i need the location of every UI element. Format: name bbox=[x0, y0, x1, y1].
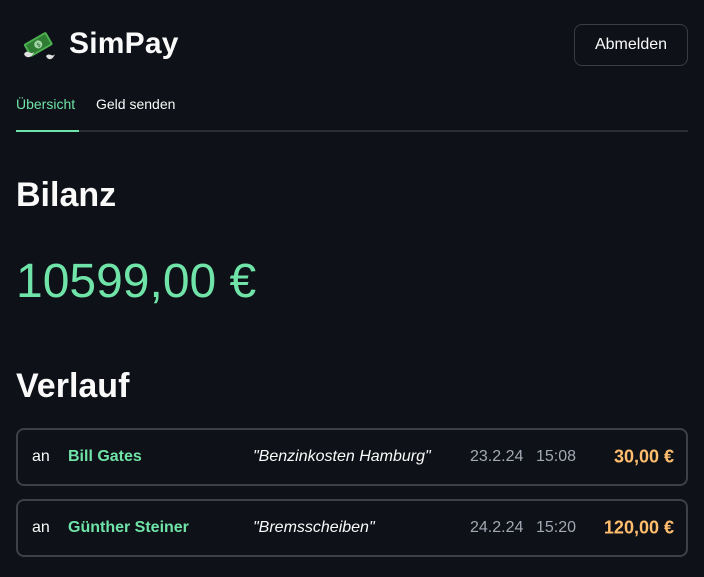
transaction-amount: 120,00 € bbox=[603, 517, 674, 538]
transaction-row: an Günther Steiner "Bremsscheiben" 24.2.… bbox=[16, 499, 688, 557]
transaction-time: 15:08 bbox=[536, 448, 577, 465]
transaction-direction: an bbox=[32, 448, 50, 465]
transaction-recipient: Bill Gates bbox=[68, 448, 142, 465]
transaction-time: 15:20 bbox=[536, 519, 577, 536]
tab-overview[interactable]: Übersicht bbox=[16, 96, 75, 112]
tab-send-money[interactable]: Geld senden bbox=[96, 96, 175, 112]
logout-button[interactable]: Abmelden bbox=[574, 24, 688, 66]
transaction-row: an Bill Gates "Benzinkosten Hamburg" 23.… bbox=[16, 428, 688, 486]
active-tab-indicator bbox=[16, 130, 79, 132]
tab-bar: Übersicht Geld senden bbox=[16, 88, 688, 132]
balance-heading: Bilanz bbox=[16, 176, 117, 214]
transaction-note: "Bremsscheiben" bbox=[253, 519, 375, 536]
app-title: SimPay bbox=[69, 27, 179, 60]
transaction-amount: 30,00 € bbox=[613, 446, 674, 467]
transaction-date: 23.2.24 bbox=[470, 448, 524, 465]
transaction-date: 24.2.24 bbox=[470, 519, 524, 536]
transaction-recipient: Günther Steiner bbox=[68, 519, 189, 536]
history-heading: Verlauf bbox=[16, 367, 130, 405]
app-header: $ SimPay Abmelden bbox=[16, 24, 688, 66]
transaction-direction: an bbox=[32, 519, 50, 536]
app-brand: $ SimPay bbox=[20, 26, 179, 62]
money-with-wings-icon: $ bbox=[20, 26, 56, 62]
transaction-note: "Benzinkosten Hamburg" bbox=[253, 448, 431, 465]
transaction-list: an Bill Gates "Benzinkosten Hamburg" 23.… bbox=[16, 428, 688, 570]
balance-amount: 10599,00 € bbox=[16, 255, 257, 308]
